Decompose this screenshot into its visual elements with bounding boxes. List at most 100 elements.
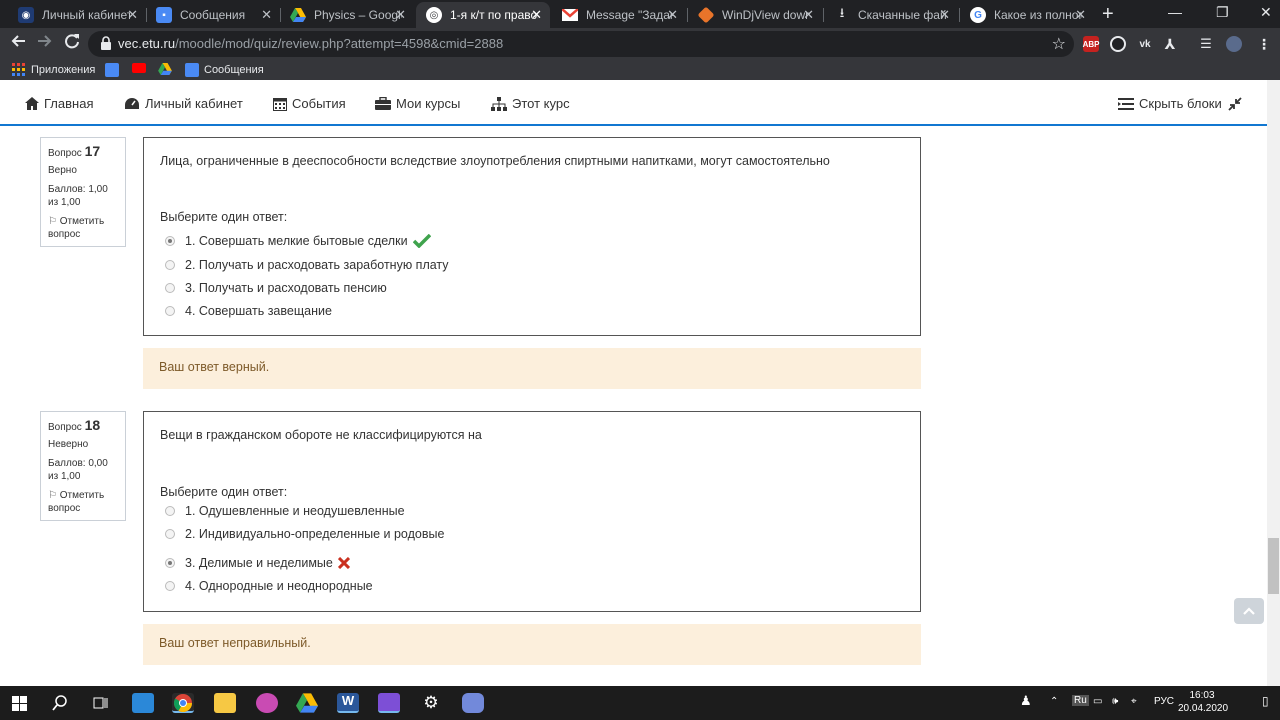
answer-option-label: 1. Совершать мелкие бытовые сделки: [185, 234, 408, 248]
bookmark-apps[interactable]: Приложения: [12, 63, 95, 77]
radio-selected[interactable]: [165, 558, 175, 568]
tab-google-search[interactable]: G Какое из полномо ✕: [960, 2, 1094, 28]
google-drive-icon: [290, 7, 306, 23]
nav-this-course[interactable]: Этот курс: [491, 96, 570, 111]
vk-icon[interactable]: vk: [1137, 36, 1153, 52]
menu-dots-icon[interactable]: ⋮: [1256, 36, 1272, 52]
tab-messages[interactable]: ▪ Сообщения ✕: [146, 2, 280, 28]
answer-option[interactable]: 1. Совершать мелкие бытовые сделки: [165, 234, 431, 248]
bookmark-star-icon[interactable]: ☆: [1052, 34, 1066, 54]
tab-gmail-message[interactable]: Message "Задание ✕: [552, 2, 686, 28]
new-tab-button[interactable]: +: [1102, 3, 1114, 26]
answer-option[interactable]: 1. Одушевленные и неодушевленные: [165, 504, 405, 518]
clock-date: 20.04.2020: [1178, 703, 1229, 714]
gmail-icon: [562, 7, 578, 23]
profile-avatar[interactable]: [1226, 36, 1242, 52]
search-icon[interactable]: [52, 695, 68, 711]
back-arrow-icon[interactable]: [10, 33, 26, 54]
tab-quiz-review[interactable]: ◎ 1-я к/т по правов ✕: [416, 2, 550, 28]
close-tab-icon[interactable]: ✕: [127, 7, 138, 23]
task-view-icon[interactable]: [92, 695, 108, 711]
radio-selected[interactable]: [165, 236, 175, 246]
restore-icon[interactable]: ❐: [1216, 4, 1229, 21]
close-tab-icon[interactable]: ✕: [261, 7, 272, 23]
tab-physics-drive[interactable]: Physics – Google Д ✕: [280, 2, 414, 28]
paint-icon[interactable]: [256, 693, 278, 713]
input-language[interactable]: РУС: [1154, 696, 1174, 707]
reload-icon[interactable]: [64, 33, 80, 54]
battery-icon[interactable]: ▭: [1093, 696, 1102, 707]
radio-button[interactable]: [165, 581, 175, 591]
close-tab-icon[interactable]: ✕: [1075, 7, 1086, 23]
forward-arrow-icon[interactable]: [37, 33, 53, 54]
windows-start-icon[interactable]: [12, 696, 27, 711]
reading-list-icon[interactable]: ☰: [1198, 36, 1214, 52]
pdf-icon[interactable]: ⅄: [1162, 36, 1178, 52]
people-icon[interactable]: ♟: [1020, 693, 1032, 709]
file-explorer-icon[interactable]: [214, 693, 236, 713]
answer-option[interactable]: 4. Совершать завещание: [165, 304, 332, 318]
windows-taskbar: W ⚙ ♟ ⌃ Ru ▭ 🕪 ⌖ РУС 16:03 20.04.2020 ▯: [0, 686, 1280, 720]
volume-icon[interactable]: 🕪: [1112, 696, 1118, 707]
minimize-icon[interactable]: —: [1168, 4, 1182, 20]
radio-button[interactable]: [165, 306, 175, 316]
tab-downloads[interactable]: ⭳ Скачанные файлы ✕: [824, 2, 958, 28]
nav-dashboard[interactable]: Личный кабинет: [124, 96, 243, 111]
question-number: Вопрос 18: [48, 417, 101, 433]
mail-icon[interactable]: [132, 693, 154, 713]
bookmark-messages-short[interactable]: [105, 63, 124, 77]
page-scrollbar[interactable]: [1267, 80, 1280, 686]
answer-feedback: Ваш ответ неправильный.: [143, 624, 921, 665]
windjview-icon: [697, 6, 715, 24]
answer-option[interactable]: 3. Получать и расходовать пенсию: [165, 281, 387, 295]
bookmark-messages[interactable]: Сообщения: [185, 63, 264, 77]
nav-events[interactable]: События: [273, 96, 346, 111]
word-icon[interactable]: W: [337, 693, 359, 713]
answer-option[interactable]: 4. Однородные и неоднородные: [165, 579, 373, 593]
tab-title: Скачанные файлы: [858, 8, 946, 22]
radio-button[interactable]: [165, 529, 175, 539]
notifications-icon[interactable]: ▯: [1262, 694, 1269, 708]
answer-option[interactable]: 3. Делимые и неделимые: [165, 556, 350, 570]
adblock-icon[interactable]: ABP: [1083, 36, 1099, 52]
back-to-top-button[interactable]: [1234, 598, 1264, 624]
radio-button[interactable]: [165, 506, 175, 516]
close-tab-icon[interactable]: ✕: [803, 7, 814, 23]
settings-gear-icon[interactable]: ⚙: [420, 693, 442, 713]
address-bar[interactable]: vec.etu.ru/moodle/mod/quiz/review.php?at…: [88, 31, 1074, 57]
chevron-up-icon[interactable]: ⌃: [1050, 696, 1058, 707]
network-icon[interactable]: ⌖: [1131, 696, 1137, 707]
tab-personal-cabinet[interactable]: ◉ Личный кабинет с ✕: [8, 2, 146, 28]
answer-option[interactable]: 2. Получать и расходовать заработную пла…: [165, 258, 449, 272]
close-window-icon[interactable]: ✕: [1260, 4, 1272, 21]
answer-option[interactable]: 2. Индивидуально-определенные и родовые: [165, 527, 444, 541]
discord-icon[interactable]: [462, 693, 484, 713]
nav-home[interactable]: Главная: [25, 96, 93, 111]
nav-my-courses[interactable]: Мои курсы: [375, 96, 460, 111]
close-tab-icon[interactable]: ✕: [395, 7, 406, 23]
chrome-icon[interactable]: [172, 693, 194, 713]
google-drive-icon[interactable]: [296, 693, 318, 713]
system-clock[interactable]: 16:03 20.04.2020: [1178, 689, 1229, 715]
apps-grid-icon: [12, 63, 26, 77]
scrollbar-thumb[interactable]: [1268, 538, 1279, 594]
radio-button[interactable]: [165, 283, 175, 293]
tab-windjview[interactable]: WinDjView downlo ✕: [688, 2, 822, 28]
question-grade: Баллов: 1,00 из 1,00: [48, 184, 108, 208]
checkmark-icon: [412, 234, 431, 248]
sitemap-icon: [491, 96, 507, 111]
hide-blocks-toggle[interactable]: Скрыть блоки: [1118, 96, 1247, 111]
close-tab-icon[interactable]: ✕: [667, 7, 678, 23]
onenote-icon[interactable]: [378, 693, 400, 713]
radio-button[interactable]: [165, 260, 175, 270]
globe-icon: ◉: [18, 7, 34, 23]
bookmark-youtube[interactable]: [132, 63, 151, 73]
close-tab-icon[interactable]: ✕: [531, 7, 542, 23]
lock-icon[interactable]: [100, 36, 112, 50]
flag-question-link[interactable]: ⚐ Отметить вопрос: [48, 489, 118, 515]
language-badge-icon[interactable]: Ru: [1072, 695, 1089, 706]
flag-question-link[interactable]: ⚐ Отметить вопрос: [48, 215, 118, 241]
extension-icon[interactable]: [1110, 36, 1126, 52]
bookmark-drive[interactable]: [158, 63, 177, 77]
close-tab-icon[interactable]: ✕: [939, 7, 950, 23]
